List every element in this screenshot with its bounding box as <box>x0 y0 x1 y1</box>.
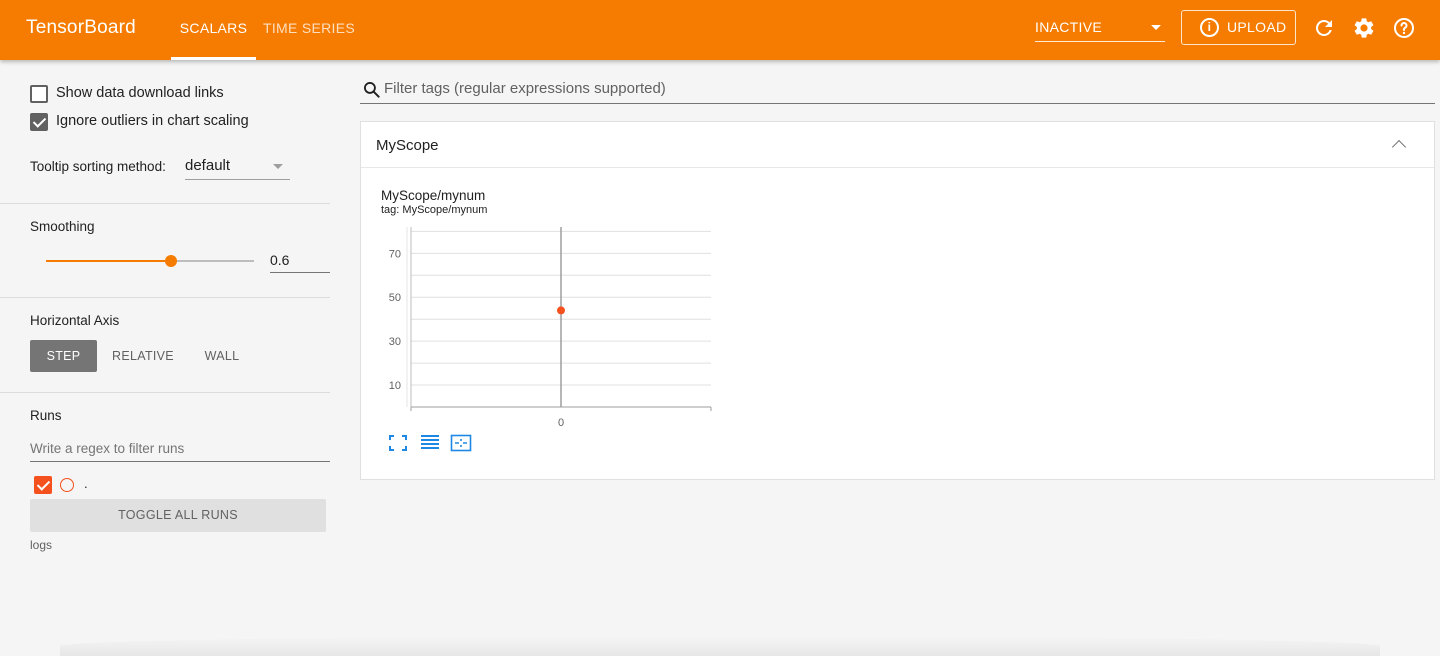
run-checkbox[interactable] <box>34 476 52 494</box>
app-title: TensorBoard <box>26 17 136 38</box>
scalar-chart[interactable]: 10 30 50 70 0 <box>371 222 721 432</box>
settings-icon[interactable] <box>1352 16 1376 40</box>
divider <box>0 392 330 393</box>
smoothing-label: Smoothing <box>30 219 95 234</box>
fullscreen-icon[interactable] <box>387 434 409 452</box>
upload-button[interactable]: i UPLOAD <box>1181 10 1296 45</box>
run-filter-input[interactable]: Write a regex to filter runs <box>30 438 330 462</box>
run-color-indicator[interactable] <box>60 478 74 492</box>
log-directory: logs <box>30 538 53 552</box>
top-app-bar: TensorBoard SCALARS TIME SERIES INACTIVE… <box>0 0 1440 60</box>
tooltip-sorting-label: Tooltip sorting method: <box>30 159 166 174</box>
chart-tag: tag: MyScope/mynum <box>381 204 488 216</box>
ignore-outliers-checkbox[interactable] <box>30 113 48 131</box>
smoothing-input[interactable]: 0.6 <box>270 248 330 273</box>
divider <box>0 297 330 298</box>
x-tick-label: 0 <box>558 417 564 429</box>
dropdown-arrow-icon <box>273 164 283 169</box>
tooltip-sorting-dropdown[interactable]: default <box>185 152 290 180</box>
y-tick-label: 10 <box>389 380 401 392</box>
run-name: . <box>84 476 88 491</box>
ignore-outliers-label: Ignore outliers in chart scaling <box>56 113 249 129</box>
category-header[interactable]: MyScope <box>361 122 1434 168</box>
toggle-all-runs-button[interactable]: TOGGLE ALL RUNS <box>30 499 326 532</box>
refresh-icon[interactable] <box>1312 16 1336 40</box>
tag-filter-input[interactable]: Filter tags (regular expressions support… <box>360 76 1435 104</box>
tab-scalars[interactable]: SCALARS <box>171 0 256 60</box>
fit-domain-icon[interactable] <box>450 434 472 452</box>
axis-wall-button[interactable]: WALL <box>193 340 251 372</box>
chevron-up-icon[interactable] <box>1391 139 1407 155</box>
dropdown-arrow-icon <box>1151 25 1161 30</box>
chart-title: MyScope/mynum <box>381 188 486 203</box>
category-card: MyScope MyScope/mynum tag: MyScope/mynum… <box>360 121 1435 480</box>
y-tick-label: 70 <box>389 248 401 260</box>
smoothing-slider-thumb[interactable] <box>164 255 177 267</box>
smoothing-slider[interactable] <box>46 255 254 267</box>
y-tick-label: 30 <box>389 336 401 348</box>
data-point <box>557 306 565 315</box>
show-download-links-label: Show data download links <box>56 85 224 101</box>
footer-shadow <box>60 636 1380 656</box>
help-icon[interactable] <box>1392 16 1416 40</box>
search-icon <box>364 82 380 98</box>
smoothing-slider-fill <box>46 260 171 262</box>
runs-label: Runs <box>30 408 62 423</box>
divider <box>0 203 330 204</box>
toggle-y-axis-log-icon[interactable] <box>419 434 441 452</box>
y-tick-label: 50 <box>389 292 401 304</box>
tooltip-sorting-value: default <box>185 157 231 174</box>
run-status-value: INACTIVE <box>1035 19 1102 35</box>
info-icon: i <box>1200 18 1219 37</box>
show-download-links-checkbox[interactable] <box>30 85 48 103</box>
tab-time-series[interactable]: TIME SERIES <box>256 0 362 60</box>
horizontal-axis-label: Horizontal Axis <box>30 313 120 328</box>
tag-filter-placeholder: Filter tags (regular expressions support… <box>384 80 666 97</box>
sidebar: Show data download links Ignore outliers… <box>0 60 360 656</box>
axis-step-button[interactable]: STEP <box>30 340 97 372</box>
run-status-dropdown[interactable]: INACTIVE <box>1035 12 1165 42</box>
upload-label: UPLOAD <box>1227 19 1287 35</box>
category-title: MyScope <box>376 137 439 154</box>
axis-relative-button[interactable]: RELATIVE <box>107 340 179 372</box>
